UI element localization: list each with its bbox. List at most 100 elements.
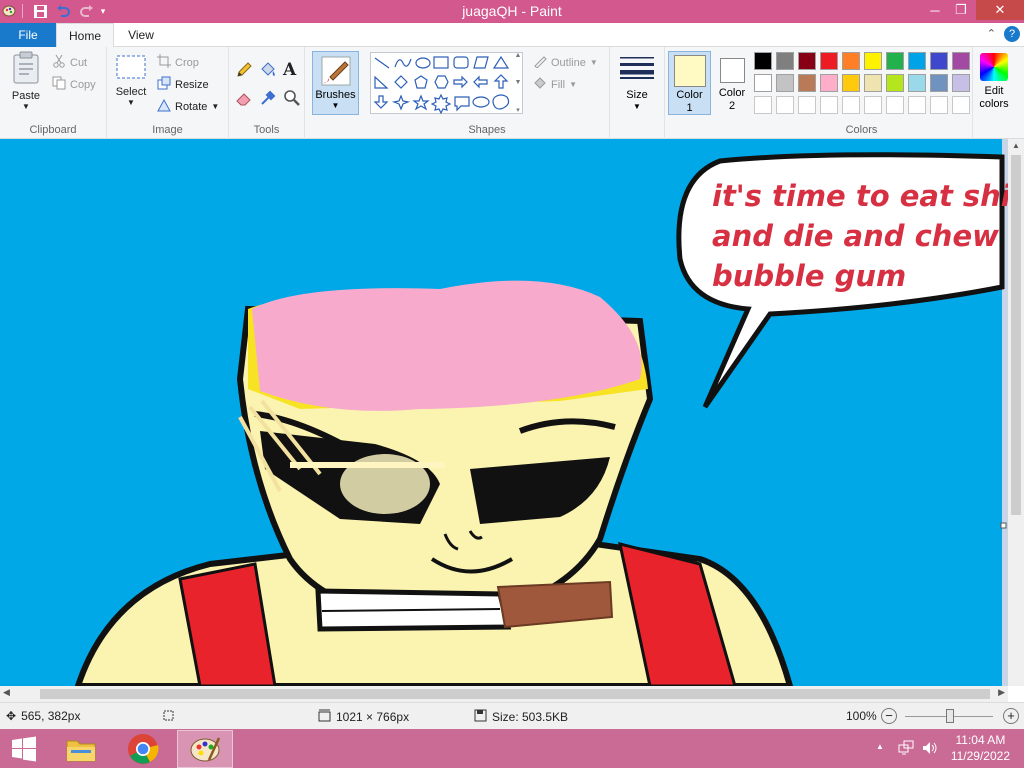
color-swatch[interactable]: [842, 52, 860, 70]
edit-colors-button[interactable]: Edit colors: [973, 51, 1015, 115]
volume-icon[interactable]: [922, 740, 938, 759]
color-swatch[interactable]: [952, 52, 970, 70]
color-swatch[interactable]: [820, 74, 838, 92]
color-swatch[interactable]: [908, 52, 926, 70]
tab-home[interactable]: Home: [56, 23, 114, 48]
color-swatch[interactable]: [864, 52, 882, 70]
paint-taskbar-button[interactable]: [177, 730, 233, 768]
color2-button[interactable]: Color 2: [713, 51, 751, 115]
size-group[interactable]: Size ▼: [610, 47, 665, 139]
color-swatch[interactable]: [798, 52, 816, 70]
color-swatch[interactable]: [930, 96, 948, 114]
resize-button[interactable]: Resize: [157, 76, 209, 93]
rotate-button[interactable]: Rotate ▼: [157, 98, 219, 115]
color-swatch[interactable]: [776, 96, 794, 114]
color-picker-icon[interactable]: [259, 89, 277, 110]
fill-bucket-icon[interactable]: [259, 61, 277, 82]
vertical-scrollbar[interactable]: ▲: [1008, 139, 1024, 686]
cut-label: Cut: [70, 56, 88, 69]
zoom-level: 100%: [846, 709, 877, 723]
zoom-slider-thumb[interactable]: [946, 709, 954, 723]
color-swatch[interactable]: [886, 96, 904, 114]
size-dropdown-icon[interactable]: ▼: [610, 102, 664, 111]
horizontal-scroll-thumb[interactable]: [40, 689, 990, 699]
show-hidden-icons[interactable]: ▲: [876, 742, 884, 751]
color-swatch[interactable]: [930, 74, 948, 92]
vertical-scroll-thumb[interactable]: [1011, 155, 1021, 515]
speech-text-line-3: bubble gum: [712, 259, 906, 293]
shapes-scroll-down-icon[interactable]: ▼: [513, 79, 523, 86]
canvas-resize-handle[interactable]: [1000, 522, 1007, 529]
line-size-icon: [620, 55, 654, 84]
drawing-canvas[interactable]: it's time to eat shi and die and chew bu…: [0, 139, 1008, 686]
fill-dropdown-icon[interactable]: ▼: [569, 80, 577, 89]
color-swatch[interactable]: [842, 96, 860, 114]
color-swatch[interactable]: [776, 52, 794, 70]
color-swatch[interactable]: [864, 74, 882, 92]
scroll-right-icon[interactable]: ▶: [998, 687, 1005, 698]
shapes-scroll-up-icon[interactable]: ▲: [513, 52, 523, 59]
file-explorer-taskbar-button[interactable]: [53, 730, 109, 768]
restore-button[interactable]: ❐: [946, 0, 976, 20]
clipboard-group-label: Clipboard: [29, 124, 77, 136]
horizontal-scrollbar[interactable]: ◀ ▶: [0, 686, 1008, 702]
network-icon[interactable]: [898, 740, 914, 759]
chrome-icon: [128, 734, 159, 764]
select-button[interactable]: Select ▼: [113, 51, 149, 107]
shapes-scroll[interactable]: ▲ ▼ ▾: [513, 52, 523, 114]
scroll-up-icon[interactable]: ▲: [1008, 141, 1024, 150]
fill-button[interactable]: Fill ▼: [533, 76, 577, 93]
canvas-area[interactable]: it's time to eat shi and die and chew bu…: [0, 139, 1008, 686]
ribbon: Paste ▼ Cut Copy Clipboard Select ▼ Crop…: [0, 47, 1024, 139]
cut-button[interactable]: Cut: [52, 54, 87, 71]
color-swatch[interactable]: [952, 96, 970, 114]
start-button[interactable]: [0, 730, 48, 768]
color-swatch[interactable]: [754, 52, 772, 70]
zoom-in-button[interactable]: +: [1003, 708, 1019, 724]
color-swatch[interactable]: [754, 96, 772, 114]
brushes-dropdown-icon[interactable]: ▼: [313, 101, 358, 110]
color-swatch[interactable]: [842, 74, 860, 92]
color-swatch[interactable]: [820, 52, 838, 70]
color-swatch[interactable]: [930, 52, 948, 70]
outline-button[interactable]: Outline ▼: [533, 54, 598, 71]
minimize-ribbon-icon[interactable]: ⌃: [987, 27, 996, 40]
color-swatch[interactable]: [798, 74, 816, 92]
outline-dropdown-icon[interactable]: ▼: [590, 58, 598, 67]
color-swatch[interactable]: [798, 96, 816, 114]
color-swatch[interactable]: [864, 96, 882, 114]
color-swatch[interactable]: [754, 74, 772, 92]
eraser-icon[interactable]: [235, 89, 253, 110]
pencil-icon[interactable]: [235, 61, 253, 82]
shapes-expand-icon[interactable]: ▾: [513, 106, 523, 114]
color1-button[interactable]: Color 1: [668, 51, 711, 115]
brushes-button[interactable]: Brushes ▼: [312, 51, 359, 115]
system-clock[interactable]: 11:04 AM 11/29/2022: [951, 732, 1010, 764]
color-swatch[interactable]: [908, 74, 926, 92]
color-swatch[interactable]: [886, 74, 904, 92]
color-swatch[interactable]: [776, 74, 794, 92]
tab-file[interactable]: File: [0, 23, 56, 47]
rotate-dropdown-icon[interactable]: ▼: [211, 102, 219, 111]
move-cross-icon: ✥: [6, 709, 17, 723]
help-icon[interactable]: ?: [1004, 26, 1020, 42]
paste-dropdown-icon[interactable]: ▼: [6, 102, 46, 111]
color-swatch[interactable]: [820, 96, 838, 114]
scroll-left-icon[interactable]: ◀: [3, 687, 10, 698]
color-swatch[interactable]: [952, 74, 970, 92]
crop-button[interactable]: Crop: [157, 54, 199, 71]
chrome-taskbar-button[interactable]: [115, 730, 171, 768]
select-dropdown-icon[interactable]: ▼: [113, 98, 149, 107]
close-button[interactable]: ✕: [976, 0, 1024, 20]
copy-button[interactable]: Copy: [52, 76, 96, 93]
zoom-out-button[interactable]: −: [881, 708, 897, 724]
paste-button[interactable]: Paste ▼: [6, 51, 46, 111]
magnifier-icon[interactable]: [283, 89, 301, 110]
color-swatch[interactable]: [908, 96, 926, 114]
shapes-gallery[interactable]: [370, 52, 523, 115]
image-group-label: Image: [152, 124, 183, 136]
taskbar: ▲ 11:04 AM 11/29/2022: [0, 729, 1024, 768]
color-swatch[interactable]: [886, 52, 904, 70]
tab-view[interactable]: View: [114, 23, 168, 47]
text-tool-icon[interactable]: A: [283, 60, 296, 80]
